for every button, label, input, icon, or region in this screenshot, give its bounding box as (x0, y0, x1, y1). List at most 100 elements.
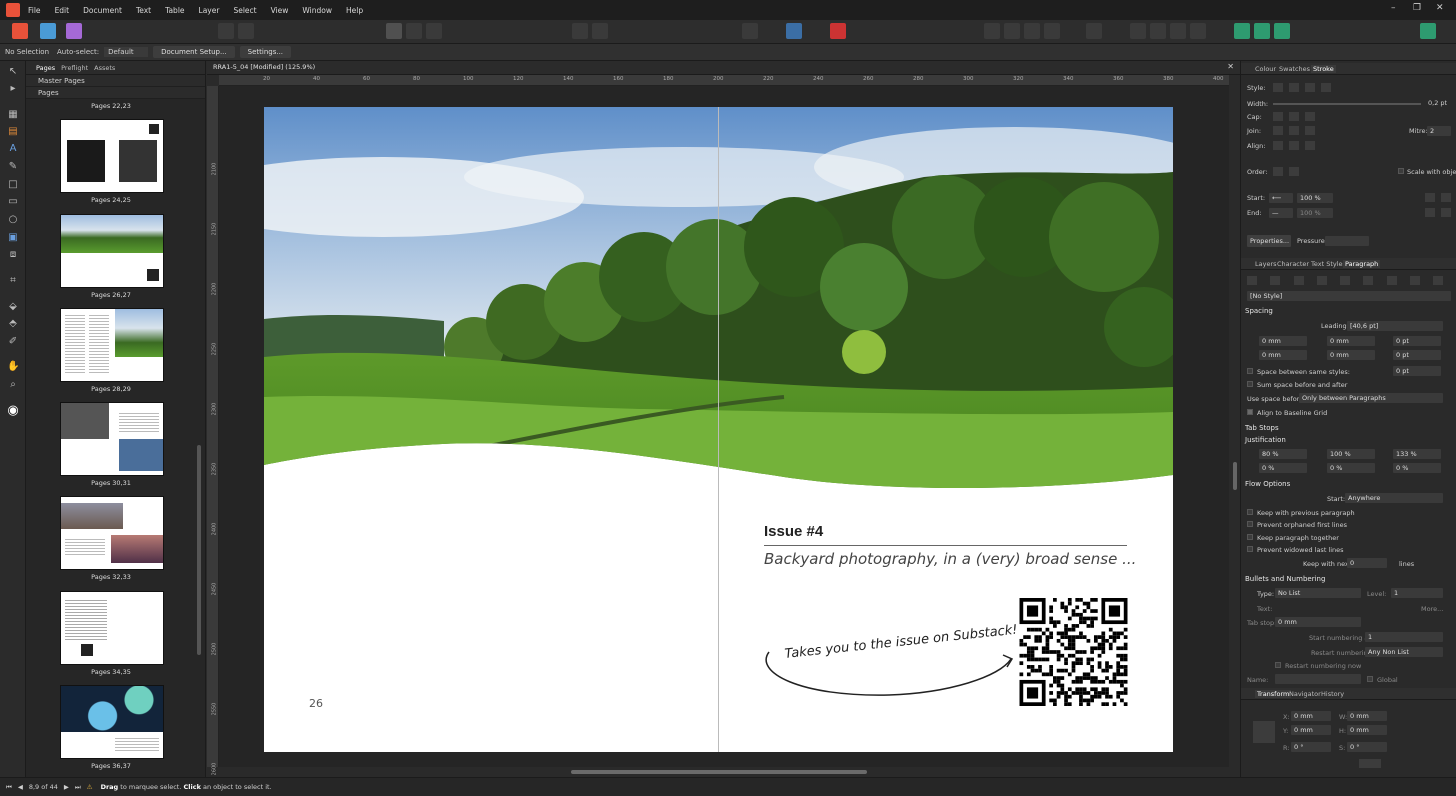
justification-section[interactable]: Justification (1245, 436, 1286, 444)
letter-spacing-min-field[interactable]: 0 % (1259, 463, 1307, 473)
settings-button[interactable]: Settings... (239, 46, 292, 58)
space-before-field[interactable]: 0 mm (1259, 350, 1307, 360)
studio-share-icon[interactable] (1274, 23, 1290, 39)
menu-edit[interactable]: Edit (55, 6, 70, 15)
w-field[interactable]: 0 mm (1347, 711, 1387, 721)
cap-square-icon[interactable] (1305, 112, 1315, 121)
end-scale-field[interactable]: 100 % (1297, 208, 1333, 218)
document-setup-button[interactable]: Document Setup... (153, 46, 235, 58)
prevent-orphan-checkbox[interactable] (1247, 521, 1253, 527)
zoom-tool-icon[interactable]: ⌕ (7, 379, 19, 391)
ellipse-tool-icon[interactable]: ○ (7, 214, 19, 226)
tab-paragraph[interactable]: Paragraph (1343, 260, 1381, 268)
crop-tool-icon[interactable]: ⌗ (7, 275, 19, 287)
gear-icon[interactable] (238, 23, 254, 39)
left-indent-field[interactable]: 0 mm (1259, 336, 1307, 346)
arrow-outside-icon[interactable] (1441, 208, 1451, 217)
arrow-inside-icon[interactable] (1425, 208, 1435, 217)
transparency-tool-icon[interactable]: ⬘ (7, 318, 19, 330)
tab-layers[interactable]: Layers (1255, 260, 1277, 268)
pressure-field[interactable] (1325, 236, 1369, 246)
keep-with-next-field[interactable]: 0 (1347, 558, 1387, 568)
stroke-solid-icon[interactable] (1289, 83, 1299, 92)
order-back-icon[interactable] (1289, 167, 1299, 176)
swap-ends-icon[interactable] (1425, 193, 1435, 202)
last-page-icon[interactable]: ⏭ (75, 783, 81, 792)
menu-layer[interactable]: Layer (199, 6, 220, 15)
word-spacing-desired-field[interactable]: 100 % (1327, 449, 1375, 459)
keep-together-checkbox[interactable] (1247, 534, 1253, 540)
minimize-icon[interactable]: – (1391, 3, 1396, 13)
artistic-text-tool-icon[interactable]: A (7, 143, 19, 155)
cap-butt-icon[interactable] (1273, 112, 1283, 121)
snapping-icon[interactable] (830, 23, 846, 39)
fill-tool-icon[interactable]: ⬙ (7, 301, 19, 313)
start-scale-field[interactable]: 100 % (1297, 193, 1333, 203)
node-tool-icon[interactable]: ▸ (7, 83, 19, 95)
menu-file[interactable]: File (28, 6, 41, 15)
align-away-spine-icon[interactable] (1433, 276, 1443, 285)
flow-options-section[interactable]: Flow Options (1245, 480, 1290, 488)
boolean-2-icon[interactable] (1150, 23, 1166, 39)
hand-tool-icon[interactable]: ✋ (7, 361, 19, 373)
autoselect-label[interactable]: Auto-select: (57, 48, 99, 56)
menu-document[interactable]: Document (83, 6, 122, 15)
letter-spacing-max-field[interactable]: 0 % (1393, 463, 1441, 473)
studio-chat-icon[interactable] (1234, 23, 1250, 39)
baseline-offset-field[interactable]: 0 pt (1393, 350, 1441, 360)
view-mode-3-icon[interactable] (426, 23, 442, 39)
spacing-section[interactable]: Spacing (1245, 307, 1273, 315)
view-mode-2-icon[interactable] (406, 23, 422, 39)
page-thumb-32-33[interactable] (60, 496, 164, 570)
align-right-icon[interactable] (1293, 276, 1304, 285)
leading-field[interactable]: [40,6 pt] (1347, 321, 1443, 331)
page-thumb-24-25[interactable] (60, 119, 164, 193)
start-numbering-field[interactable]: 1 (1365, 632, 1443, 642)
list-name-field[interactable] (1275, 674, 1361, 684)
tab-assets[interactable]: Assets (94, 64, 115, 72)
align-inside-icon[interactable] (1289, 141, 1299, 150)
justify-left-icon[interactable] (1316, 276, 1327, 285)
rotation-field[interactable]: 0 ° (1291, 742, 1331, 752)
bullets-numbering-section[interactable]: Bullets and Numbering (1245, 575, 1325, 583)
page-thumb-36-37[interactable] (60, 685, 164, 759)
anchor-point-icon[interactable] (1253, 721, 1275, 743)
color-swatch-icon[interactable]: ◉ (7, 404, 19, 417)
issue-subtitle[interactable]: Backyard photography, in a (very) broad … (764, 550, 1136, 568)
sum-space-checkbox[interactable] (1247, 381, 1253, 387)
flow-start-dropdown[interactable]: Anywhere (1345, 493, 1443, 503)
join-round-icon[interactable] (1289, 126, 1299, 135)
end-arrow-dropdown[interactable]: — (1269, 208, 1293, 218)
preferences-icon[interactable] (218, 23, 234, 39)
document-tab[interactable]: RRA1-5_04 [Modified] (125.9%) (213, 63, 315, 71)
boolean-4-icon[interactable] (1190, 23, 1206, 39)
add-icon[interactable] (592, 23, 608, 39)
align-baseline-grid-checkbox[interactable] (1247, 409, 1253, 415)
first-page-icon[interactable]: ⏮ (6, 783, 12, 792)
tab-stops-section[interactable]: Tab Stops (1245, 424, 1279, 432)
right-indent-field[interactable]: 0 mm (1327, 336, 1375, 346)
width-value[interactable]: 0,2 pt (1428, 99, 1447, 107)
restart-numbering-dropdown[interactable]: Any Non List (1365, 647, 1443, 657)
restart-now-checkbox[interactable] (1275, 662, 1281, 668)
page-thumb-30-31[interactable] (60, 402, 164, 476)
maximize-icon[interactable]: ❐ (1413, 3, 1421, 13)
tab-text-styles[interactable]: Text Styles (1311, 260, 1346, 268)
frame-text-tool-icon[interactable]: ▦ (7, 109, 19, 121)
level-field[interactable]: 1 (1391, 588, 1443, 598)
studio-link-icon[interactable] (1254, 23, 1270, 39)
autoselect-dropdown[interactable]: Default (104, 47, 149, 57)
word-spacing-min-field[interactable]: 80 % (1259, 449, 1307, 459)
first-line-indent-field[interactable]: 0 pt (1393, 336, 1441, 346)
stroke-none-icon[interactable] (1273, 83, 1283, 92)
transform-options-icon[interactable] (1359, 759, 1381, 768)
close-icon[interactable]: ✕ (1436, 3, 1444, 13)
page-thumb-26-27[interactable] (60, 214, 164, 288)
align-icon[interactable] (984, 23, 1000, 39)
group-icon[interactable] (1044, 23, 1060, 39)
page-thumb-34-35[interactable] (60, 591, 164, 665)
h-field[interactable]: 0 mm (1347, 725, 1387, 735)
menu-view[interactable]: View (271, 6, 289, 15)
close-document-icon[interactable]: ✕ (1227, 62, 1234, 71)
vertical-scrollbar[interactable] (1233, 462, 1237, 490)
